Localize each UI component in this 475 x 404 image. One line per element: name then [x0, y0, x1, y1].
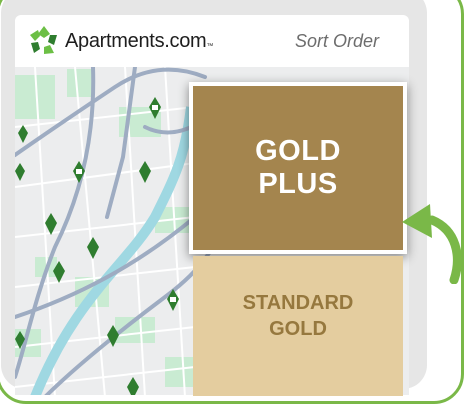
river	[30, 106, 196, 395]
brand-name: Apartments.com	[65, 29, 207, 52]
sort-order-label: Sort Order	[294, 30, 379, 51]
app-header: Apartments.com ™ Sort Order	[15, 15, 409, 67]
map-pin-icon[interactable]	[87, 237, 99, 259]
standard-gold-line2: GOLD	[269, 318, 327, 340]
trademark-mark: ™	[206, 42, 214, 50]
map-pin-icon[interactable]	[139, 161, 151, 183]
standard-gold-line1: STANDARD	[242, 292, 354, 314]
standard-gold-tile[interactable]: STANDARD GOLD	[193, 256, 403, 396]
apartments-logo-icon	[30, 26, 57, 54]
map-pin-icon[interactable]	[127, 377, 139, 395]
map-pin-icon[interactable]	[15, 163, 25, 181]
apartments-logo[interactable]: Apartments.com ™	[27, 24, 213, 58]
gold-plus-line1: GOLD	[255, 135, 341, 167]
gold-plus-tile[interactable]: GOLD PLUS	[189, 82, 407, 254]
curved-arrow-left-icon	[402, 204, 462, 284]
gold-plus-line2: PLUS	[258, 168, 338, 200]
map-pin-icon[interactable]	[18, 125, 28, 143]
